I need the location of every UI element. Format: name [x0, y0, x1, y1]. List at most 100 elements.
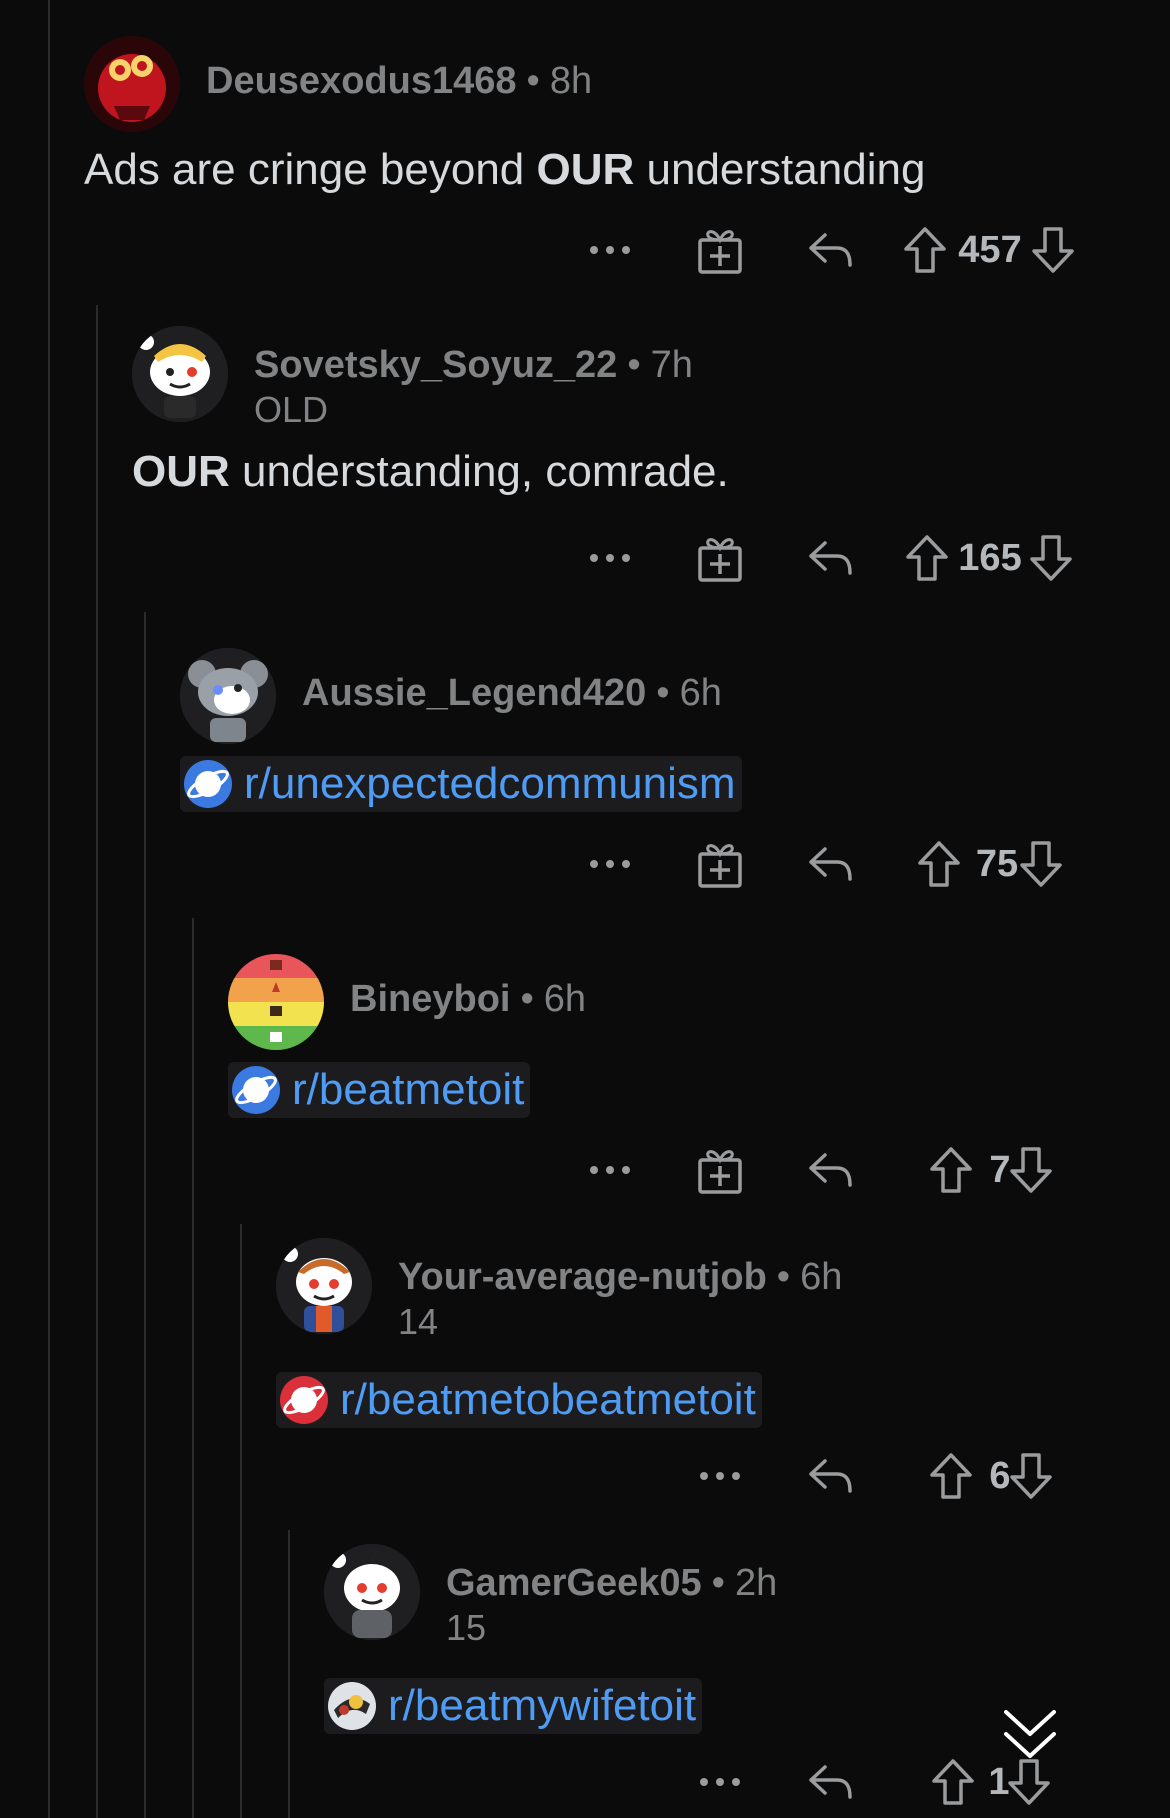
downvote-arrow-icon [1032, 227, 1074, 273]
ellipsis-icon [700, 1472, 740, 1480]
upvote-button[interactable] [926, 1140, 976, 1200]
upvote-button[interactable] [928, 1752, 978, 1812]
reply-button[interactable] [800, 1446, 860, 1506]
downvote-button[interactable] [1016, 834, 1066, 894]
rainbow-flag-avatar[interactable] [228, 954, 324, 1050]
gift-icon [698, 230, 742, 274]
reply-button[interactable] [800, 528, 860, 588]
upvote-button[interactable] [900, 220, 950, 280]
timestamp: 6h [679, 672, 722, 714]
award-button[interactable] [690, 1140, 750, 1200]
more-options-button[interactable] [690, 1752, 750, 1812]
award-button[interactable] [690, 834, 750, 894]
thread-line[interactable] [96, 305, 98, 1818]
reply-icon [809, 541, 852, 575]
comment: Aussie_Legend420 • 6h r/unexpectedcommunis… [180, 648, 742, 815]
snoo-grey-hoodie-avatar[interactable] [324, 1544, 420, 1640]
thread-line[interactable] [144, 612, 146, 1818]
ellipsis-icon [590, 554, 630, 562]
subreddit-community-icon [326, 1680, 378, 1732]
more-options-button[interactable] [690, 1446, 750, 1506]
downvote-button[interactable] [1006, 1140, 1056, 1200]
thread-line[interactable] [48, 0, 50, 1818]
downvote-button[interactable] [1006, 1446, 1056, 1506]
timestamp: 7h [650, 344, 693, 386]
comment-meta: Sovetsky_Soyuz_22 • 7h OLD [254, 342, 693, 432]
gift-icon [698, 1150, 742, 1194]
reply-button[interactable] [800, 834, 860, 894]
comment-header: Aussie_Legend420 • 6h [180, 648, 742, 768]
more-options-button[interactable] [580, 528, 640, 588]
username[interactable]: Sovetsky_Soyuz_22 [254, 344, 617, 386]
vote-count: 457 [958, 229, 1022, 271]
downvote-arrow-icon [1030, 535, 1072, 581]
subreddit-name: r/beatmetobeatmetoit [340, 1375, 756, 1424]
upvote-button[interactable] [914, 834, 964, 894]
comment-header: Sovetsky_Soyuz_22 • 7h OLD [132, 326, 729, 446]
comment: Deusexodus1468 • 8h Ads are cringe beyond … [84, 36, 925, 198]
separator-dot: • [526, 60, 540, 102]
comment-header: Bineyboi • 6h [228, 954, 586, 1074]
double-chevron-down-icon [1004, 1710, 1056, 1758]
snoo-orange-hair-avatar[interactable] [276, 1238, 372, 1334]
award-button[interactable] [690, 220, 750, 280]
ellipsis-icon [590, 860, 630, 868]
timestamp: 6h [543, 978, 587, 1020]
comment-body: OUR understanding, comrade. [132, 444, 729, 500]
upvote-arrow-icon [906, 535, 948, 581]
comment-meta: Bineyboi • 6h [350, 976, 586, 1022]
gift-icon [698, 538, 742, 582]
thread-line[interactable] [192, 918, 194, 1818]
snoo-blonde-avatar[interactable] [132, 326, 228, 422]
timestamp: 6h [800, 1256, 843, 1298]
username[interactable]: Deusexodus1468 [206, 60, 517, 102]
downvote-button[interactable] [1028, 220, 1078, 280]
next-comment-button[interactable] [990, 1700, 1070, 1770]
upvote-button[interactable] [902, 528, 952, 588]
comment-actions: 165 [560, 528, 1120, 588]
comment-actions: 6 [560, 1446, 1120, 1506]
separator-dot: • [776, 1256, 791, 1298]
award-button[interactable] [690, 528, 750, 588]
username[interactable]: Aussie_Legend420 [302, 672, 646, 714]
upvote-arrow-icon [904, 227, 946, 273]
more-options-button[interactable] [580, 1140, 640, 1200]
separator-dot: • [520, 978, 534, 1020]
subreddit-link[interactable]: r/beatmetobeatmetoit [276, 1372, 762, 1428]
separator-dot: • [711, 1562, 725, 1604]
gift-icon [698, 844, 742, 888]
downvote-arrow-icon [1010, 1147, 1052, 1193]
reply-button[interactable] [800, 1140, 860, 1200]
user-flair: 15 [446, 1607, 487, 1648]
comment-meta: GamerGeek05 • 2h 15 [446, 1560, 777, 1650]
reply-icon [809, 1153, 852, 1187]
downvote-arrow-icon [1020, 841, 1062, 887]
comment-actions: 75 [560, 834, 1120, 894]
vote-count: 75 [975, 843, 1019, 885]
comment-actions: 7 [560, 1140, 1120, 1200]
ellipsis-icon [700, 1778, 740, 1786]
username[interactable]: Your-average-nutjob [398, 1256, 767, 1298]
reply-button[interactable] [800, 220, 860, 280]
comment-meta: Your-average-nutjob • 6h 14 [398, 1254, 842, 1344]
red-robot-avatar[interactable] [84, 36, 180, 132]
subreddit-link[interactable]: r/beatmywifetoit [324, 1678, 703, 1734]
reply-icon [809, 1459, 852, 1493]
downvote-button[interactable] [1026, 528, 1076, 588]
user-flair: 14 [398, 1301, 439, 1342]
thread-line[interactable] [288, 1530, 290, 1818]
timestamp: 2h [734, 1562, 778, 1604]
reply-button[interactable] [800, 1752, 860, 1812]
upvote-button[interactable] [926, 1446, 976, 1506]
username[interactable]: GamerGeek05 [446, 1562, 702, 1604]
vote-count: 165 [958, 537, 1022, 579]
thread-line[interactable] [240, 1224, 242, 1818]
more-options-button[interactable] [580, 834, 640, 894]
reply-icon [809, 847, 852, 881]
more-options-button[interactable] [580, 220, 640, 280]
comment-header: GamerGeek05 • 2h 15 [324, 1544, 777, 1664]
comment-text: understanding, comrade. [229, 447, 729, 496]
username[interactable]: Bineyboi [350, 978, 510, 1020]
koala-snoo-avatar[interactable] [180, 648, 276, 744]
comment-meta: Aussie_Legend420 • 6h [302, 670, 722, 716]
